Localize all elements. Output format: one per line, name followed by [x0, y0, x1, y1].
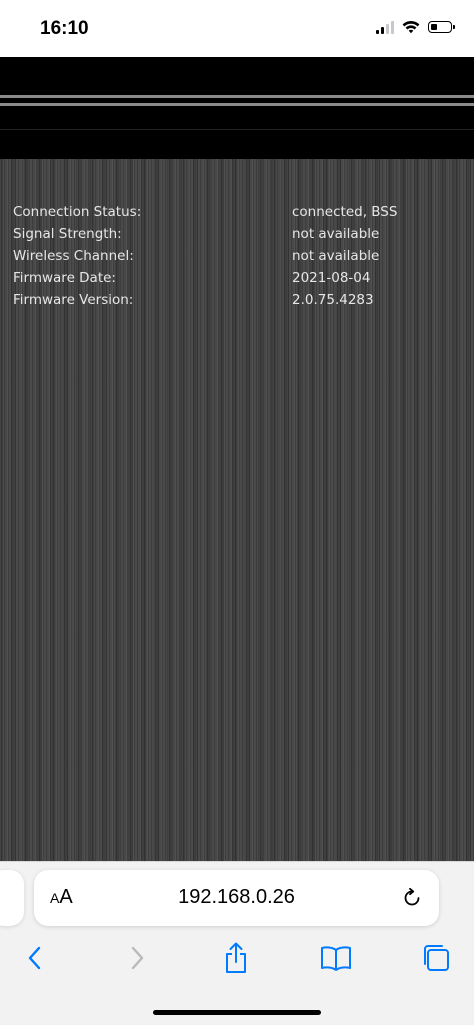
- status-row-signal: Signal Strength: not available: [13, 224, 463, 246]
- status-value: not available: [292, 248, 380, 264]
- status-value: 2.0.75.4283: [292, 292, 374, 308]
- header-divider: [0, 95, 474, 98]
- page-header: [0, 57, 474, 159]
- status-label: Firmware Date:: [13, 270, 116, 286]
- status-row-channel: Wireless Channel: not available: [13, 246, 463, 268]
- status-panel: Connection Status: connected, BSS Signal…: [0, 159, 474, 861]
- bookmarks-button[interactable]: [316, 938, 356, 978]
- url-text[interactable]: 192.168.0.26: [34, 886, 439, 909]
- status-icons: [376, 20, 455, 34]
- status-value: not available: [292, 226, 380, 242]
- back-button[interactable]: [15, 938, 55, 978]
- tabs-icon: [424, 945, 449, 971]
- header-divider: [0, 129, 474, 130]
- browser-toolbar: [0, 938, 474, 978]
- status-value: connected, BSS: [292, 204, 398, 220]
- tabs-button[interactable]: [416, 938, 456, 978]
- status-label: Signal Strength:: [13, 226, 122, 242]
- phone-screen: 16:10 Connection Status: connected, BSS …: [0, 0, 474, 1025]
- wifi-icon: [402, 20, 420, 34]
- address-bar[interactable]: AA 192.168.0.26: [34, 870, 439, 926]
- status-label: Connection Status:: [13, 204, 142, 220]
- status-table: Connection Status: connected, BSS Signal…: [13, 202, 463, 312]
- status-value: 2021-08-04: [292, 270, 371, 286]
- status-label: Firmware Version:: [13, 292, 134, 308]
- status-bar: 16:10: [0, 0, 474, 57]
- status-time: 16:10: [40, 18, 89, 39]
- status-row-connection: Connection Status: connected, BSS: [13, 202, 463, 224]
- cellular-signal-icon: [376, 20, 394, 34]
- back-icon: [28, 946, 41, 970]
- share-button[interactable]: [216, 938, 256, 978]
- reload-icon[interactable]: [399, 885, 425, 911]
- browser-bottom-bar: AA 192.168.0.26: [0, 861, 474, 1025]
- home-indicator[interactable]: [153, 1010, 321, 1015]
- bookmarks-icon: [321, 946, 351, 971]
- status-row-firmware-version: Firmware Version: 2.0.75.4283: [13, 290, 463, 312]
- forward-button[interactable]: [117, 938, 157, 978]
- forward-icon: [131, 946, 144, 970]
- header-divider: [0, 103, 474, 106]
- status-label: Wireless Channel:: [13, 248, 134, 264]
- status-row-firmware-date: Firmware Date: 2021-08-04: [13, 268, 463, 290]
- battery-icon: [428, 21, 455, 33]
- previous-tab-preview[interactable]: [0, 870, 24, 926]
- share-icon: [226, 942, 246, 973]
